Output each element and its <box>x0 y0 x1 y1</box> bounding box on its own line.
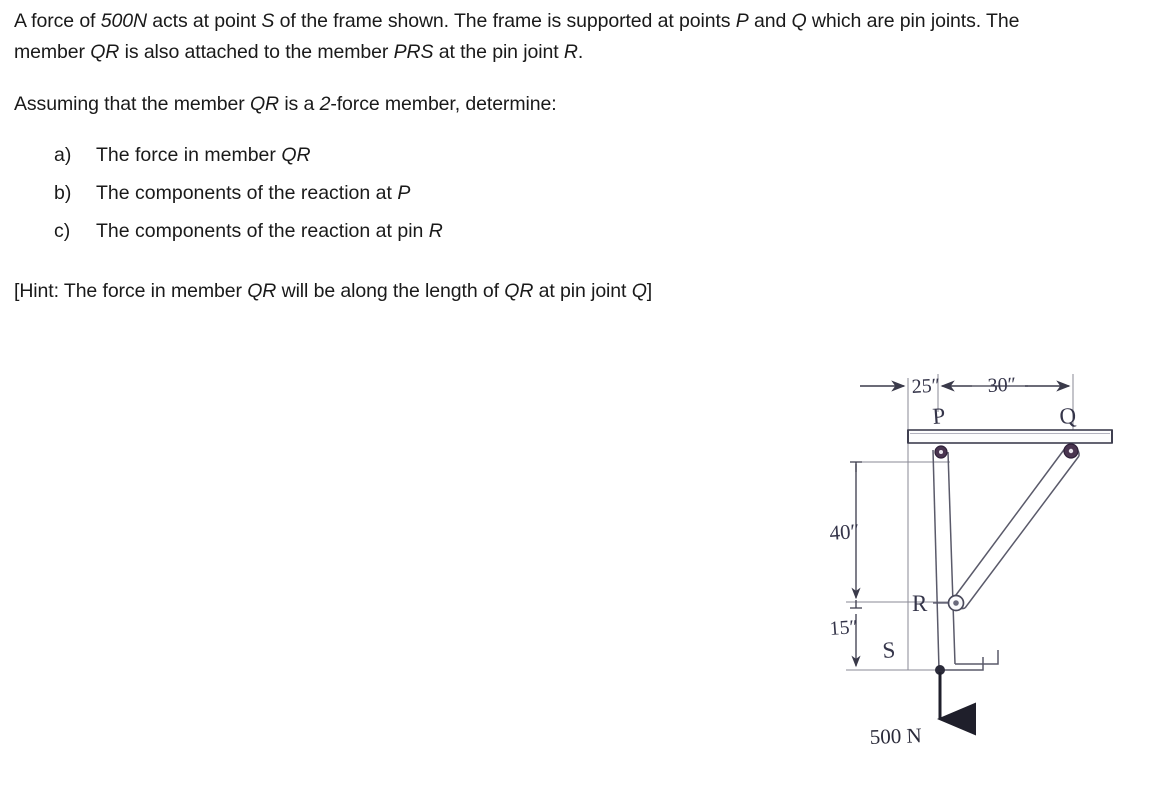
paragraph1-point-q: Q <box>791 10 807 32</box>
paragraph2-member-qr: QR <box>249 93 279 115</box>
pin-joints <box>934 443 1079 675</box>
question-item-a: a) The force in member QR <box>14 136 1074 174</box>
extension-lines <box>846 374 1074 671</box>
paragraph1-member-prs: PRS <box>393 41 434 63</box>
paragraph2-segment-3: -force member, determine: <box>330 93 557 115</box>
paragraph1-point-r: R <box>563 41 578 63</box>
member-qr <box>952 445 1080 610</box>
paragraph1-point-p: P <box>735 10 749 32</box>
question-marker-a: a) <box>54 144 72 166</box>
hint-member-qr-2: QR <box>504 280 534 302</box>
member-prs-outer-edge <box>932 449 940 671</box>
paragraph2-segment-2: is a <box>279 93 320 115</box>
question-marker-c: c) <box>54 220 71 242</box>
problem-statement: A force of 500N acts at point S of the f… <box>14 6 1074 307</box>
paragraph1-segment-1: A force of <box>14 10 101 32</box>
horizontal-dimension-chain: 25″ 30″ <box>860 374 1071 398</box>
paragraph1-segment-2: acts at point <box>146 10 262 32</box>
member-prs-inner-edge <box>947 451 956 665</box>
question-marker-b: b) <box>54 182 72 204</box>
load-label-500n: 500 N <box>869 723 922 749</box>
hint-member-qr-1: QR <box>247 280 277 302</box>
hint-segment-1: [Hint: The force in member <box>14 280 248 302</box>
member-prs <box>932 449 999 671</box>
paragraph1-segment-3: of the frame shown. The frame is support… <box>274 10 736 32</box>
hint-segment-3: at pin joint <box>533 280 632 302</box>
paragraph1-segment-4: and <box>748 10 792 32</box>
question-b-segment-1: The components of the reaction at <box>96 182 398 204</box>
dim-40-top-tick <box>850 461 862 472</box>
pin-joint-q <box>1063 443 1079 459</box>
hint-line: [Hint: The force in member QR will be al… <box>14 276 1074 307</box>
paragraph1-member-qr: QR <box>90 41 120 63</box>
paragraph2-force-count: 2 <box>319 93 331 115</box>
beam-body <box>907 429 1113 444</box>
applied-load-500n: 500 N <box>869 672 976 749</box>
question-c-italic: R <box>428 220 443 242</box>
question-text-b: The components of the reaction at P <box>96 174 410 212</box>
point-label-p: P <box>932 403 947 429</box>
problem-paragraph-1: A force of 500N acts at point S of the f… <box>14 6 1074 68</box>
hint-segment-2: will be along the length of <box>276 280 505 302</box>
question-c-segment-1: The components of the reaction at pin <box>96 220 429 242</box>
point-label-r: R <box>912 591 928 616</box>
pin-joint-r <box>947 594 965 612</box>
question-a-segment-1: The force in member <box>96 144 282 166</box>
question-item-c: c) The components of the reaction at pin … <box>14 212 1074 250</box>
dimension-label-15: 15″ <box>829 616 859 640</box>
question-b-italic: P <box>397 182 411 204</box>
member-qr-upper-edge <box>952 446 1067 600</box>
hint-point-q: Q <box>631 280 647 302</box>
paragraph1-segment-6: is also attached to the member <box>119 41 394 63</box>
paragraph1-force-value: 500N <box>100 10 147 32</box>
paragraph2-segment-1: Assuming that the member <box>14 93 250 115</box>
frame-diagram: 25″ 30″ 40″ 15″ P Q R S 500 N <box>820 352 1150 767</box>
vertical-dimension-chain: 40″ 15″ <box>829 461 862 668</box>
point-label-s: S <box>882 637 897 663</box>
question-text-c: The components of the reaction at pin R <box>96 212 443 250</box>
question-a-italic: QR <box>281 144 311 166</box>
pin-joint-p <box>934 445 948 459</box>
dimension-label-30: 30″ <box>987 374 1016 397</box>
dim-40-bottom-tick <box>850 600 862 609</box>
dimension-label-40: 40″ <box>829 519 860 545</box>
question-text-a: The force in member QR <box>96 136 311 174</box>
problem-paragraph-2: Assuming that the member QR is a 2-force… <box>14 89 1074 120</box>
dimension-label-25: 25″ <box>911 375 940 398</box>
member-qr-lower-edge <box>964 455 1080 609</box>
paragraph1-point-s: S <box>261 10 275 32</box>
paragraph1-segment-8: . <box>577 41 584 63</box>
hint-segment-4: ] <box>646 280 653 302</box>
question-list: a) The force in member QR b) The component… <box>14 136 1074 250</box>
point-label-q: Q <box>1059 403 1078 429</box>
question-item-b: b) The components of the reaction at P <box>14 174 1074 212</box>
paragraph1-segment-7: at the pin joint <box>433 41 564 63</box>
horizontal-beam-pq <box>907 429 1113 444</box>
member-prs-bottom-bend-inner <box>955 650 999 665</box>
